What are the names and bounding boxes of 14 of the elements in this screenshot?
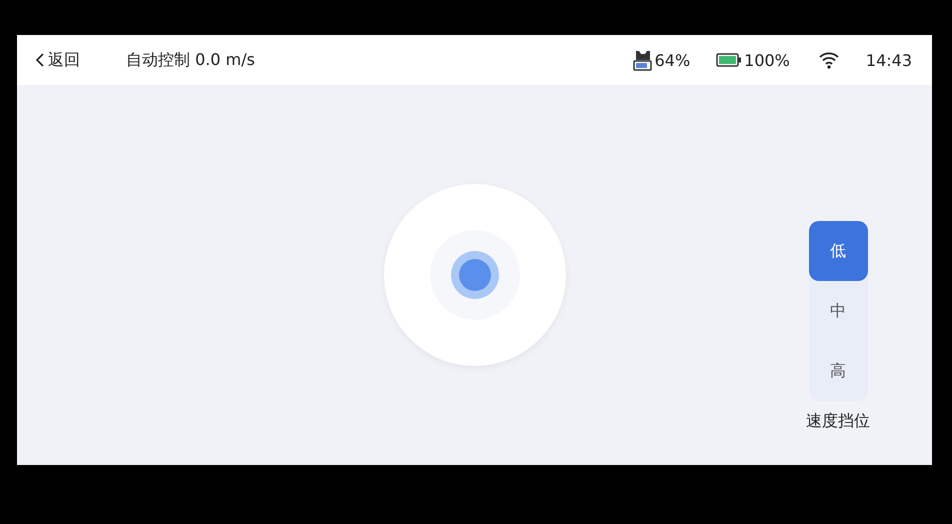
wifi-icon — [818, 51, 840, 69]
back-button[interactable]: 返回 — [35, 50, 80, 70]
chevron-left-icon — [35, 52, 45, 68]
vehicle-battery-icon — [632, 49, 653, 71]
battery-icon — [716, 53, 742, 67]
vehicle-battery-level: 64% — [654, 50, 690, 70]
speed-label: 速度挡位 — [806, 411, 870, 432]
mode-title: 自动控制 0.0 m/s — [126, 50, 255, 70]
speed-option[interactable]: 低 — [808, 221, 868, 281]
speed-option[interactable]: 中 — [808, 281, 868, 341]
joystick-knob[interactable] — [450, 251, 498, 299]
speed-option[interactable]: 高 — [808, 341, 868, 401]
clock: 14:43 — [866, 50, 912, 70]
battery-level: 100% — [744, 50, 790, 70]
